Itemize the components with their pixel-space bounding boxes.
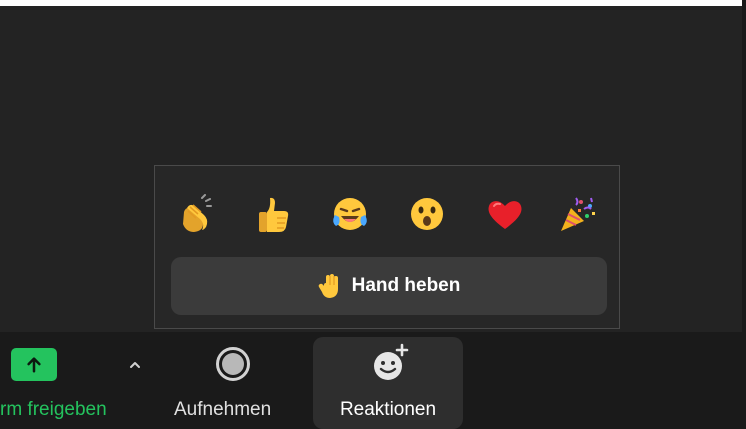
red-heart-icon xyxy=(488,201,522,229)
red-heart-emoji-button[interactable] xyxy=(483,192,527,236)
tears-of-joy-emoji-button[interactable] xyxy=(328,192,372,236)
window-top-edge xyxy=(0,0,746,6)
reactions-label: Reaktionen xyxy=(339,399,437,420)
thumbs-up-icon xyxy=(259,197,289,232)
open-mouth-icon xyxy=(411,198,443,230)
clapping-hands-emoji-button[interactable] xyxy=(174,192,218,236)
reactions-button[interactable]: Reaktionen xyxy=(313,337,463,429)
thumbs-up-emoji-button[interactable] xyxy=(251,192,295,236)
clapping-hands-icon xyxy=(183,194,212,232)
raise-hand-label: Hand heben xyxy=(351,275,461,296)
share-up-arrow-icon xyxy=(11,348,57,381)
reactions-popover: Hand heben xyxy=(154,165,620,329)
party-popper-icon xyxy=(561,197,595,231)
raised-hand-icon xyxy=(318,274,338,298)
chevron-up-icon[interactable] xyxy=(124,354,146,376)
share-screen-button[interactable]: rm freigeben xyxy=(0,332,160,429)
record-label: Aufnehmen xyxy=(174,399,272,420)
share-screen-label: rm freigeben xyxy=(0,399,107,420)
record-icon xyxy=(216,347,250,381)
smiley-plus-icon xyxy=(374,343,409,380)
emoji-row xyxy=(155,192,619,236)
record-button[interactable]: Aufnehmen xyxy=(168,332,304,429)
party-popper-emoji-button[interactable] xyxy=(555,192,599,236)
tears-of-joy-icon xyxy=(333,198,367,230)
open-mouth-emoji-button[interactable] xyxy=(405,192,449,236)
raise-hand-button[interactable]: Hand heben xyxy=(171,257,607,315)
meeting-toolbar: rm freigeben Aufnehmen Reaktionen xyxy=(0,332,742,429)
window-right-edge xyxy=(742,0,746,429)
